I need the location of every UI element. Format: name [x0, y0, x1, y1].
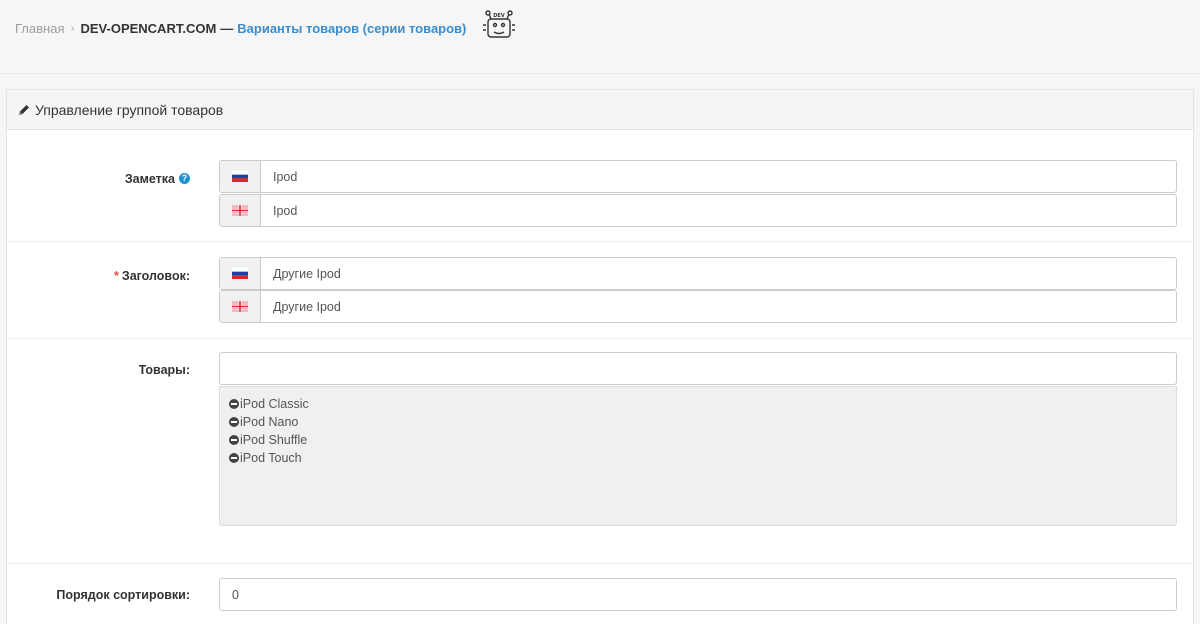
panel-title: Управление группой товаров: [35, 101, 224, 118]
breadcrumb: Главная › DEV-OPENCART.COM — Варианты то…: [15, 10, 516, 38]
note-field-ru[interactable]: Ipod: [219, 160, 1177, 193]
sort-order-label-text: Порядок сортировки:: [56, 587, 190, 602]
flag-uk-icon: [232, 301, 248, 312]
products-list: iPod Classic iPod Nano iPod Shuffle iPod…: [219, 386, 1177, 526]
product-list-item: iPod Classic: [229, 395, 1167, 413]
note-field-en[interactable]: Ipod: [219, 194, 1177, 227]
heading-label: * Заголовок:: [114, 267, 190, 284]
breadcrumb-dash: —: [220, 20, 234, 36]
flag-russia-icon: [232, 171, 248, 182]
language-addon-en: [220, 291, 261, 322]
svg-text:DEV: DEV: [494, 13, 506, 19]
panel-heading: Управление группой товаров: [7, 90, 1193, 130]
question-circle-icon[interactable]: ?: [179, 173, 190, 184]
flag-russia-icon: [232, 268, 248, 279]
breadcrumb-site-name: DEV-OPENCART.COM: [80, 20, 217, 36]
row-divider: [7, 241, 1193, 242]
products-autocomplete-input[interactable]: [219, 352, 1177, 385]
heading-label-text: Заголовок:: [121, 268, 190, 283]
products-label-text: Товары:: [138, 362, 190, 377]
breadcrumb-current-page-link[interactable]: Варианты товаров (серии товаров): [237, 21, 466, 36]
product-name: iPod Nano: [240, 415, 299, 429]
product-group-panel: Управление группой товаров Заметка ? Ipo…: [6, 89, 1194, 624]
minus-circle-icon[interactable]: [229, 417, 239, 427]
page-header: Главная › DEV-OPENCART.COM — Варианты то…: [0, 0, 1200, 74]
product-name: iPod Shuffle: [240, 433, 308, 447]
language-addon-en: [220, 195, 261, 226]
note-label-text: Заметка: [124, 171, 175, 186]
row-divider: [7, 338, 1193, 339]
product-list-item: iPod Nano: [229, 413, 1167, 431]
product-name: iPod Touch: [240, 451, 302, 465]
breadcrumb-home-link[interactable]: Главная: [15, 21, 64, 36]
sort-order-input[interactable]: 0: [219, 578, 1177, 611]
product-list-item: iPod Touch: [229, 449, 1167, 467]
language-addon-ru: [220, 258, 261, 289]
minus-circle-icon[interactable]: [229, 435, 239, 445]
note-label: Заметка ?: [125, 170, 190, 187]
language-addon-ru: [220, 161, 261, 192]
minus-circle-icon[interactable]: [229, 399, 239, 409]
row-divider: [7, 563, 1193, 564]
breadcrumb-separator: ›: [70, 21, 75, 35]
note-input-en[interactable]: Ipod: [261, 195, 1176, 226]
heading-input-ru[interactable]: Другие Ipod: [261, 258, 1176, 289]
heading-field-ru[interactable]: Другие Ipod: [219, 257, 1177, 290]
required-mark: *: [113, 268, 119, 283]
flag-uk-icon: [232, 205, 248, 216]
minus-circle-icon[interactable]: [229, 453, 239, 463]
products-label: Товары:: [139, 361, 190, 378]
note-input-ru[interactable]: Ipod: [261, 161, 1176, 192]
pencil-icon: [19, 104, 29, 115]
product-list-item: iPod Shuffle: [229, 431, 1167, 449]
dev-logo-icon: DEV: [483, 10, 516, 38]
heading-input-en[interactable]: Другие Ipod: [261, 291, 1176, 322]
product-name: iPod Classic: [240, 397, 309, 411]
heading-field-en[interactable]: Другие Ipod: [219, 290, 1177, 323]
sort-order-label: Порядок сортировки:: [56, 586, 190, 603]
